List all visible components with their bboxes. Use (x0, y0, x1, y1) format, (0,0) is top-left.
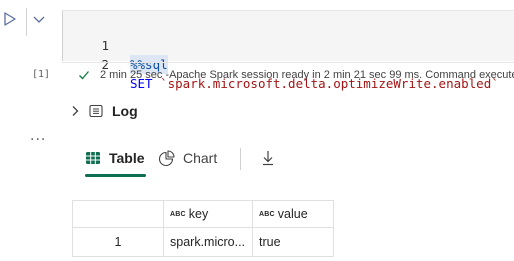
tab-table[interactable]: Table (85, 145, 145, 171)
run-cell-button[interactable] (2, 11, 18, 27)
column-name: key (188, 207, 209, 221)
column-header-value[interactable]: ABC value (252, 200, 334, 228)
log-label: Log (112, 103, 138, 119)
tab-table-label: Table (109, 150, 145, 166)
status-text: 2 min 25 sec -Apache Spark session ready… (100, 69, 514, 81)
column-header-key[interactable]: ABC key (163, 200, 253, 228)
pie-chart-icon (158, 149, 175, 166)
execution-count: [1] (32, 69, 51, 80)
column-name: value (277, 207, 308, 221)
code-line: 1 %%sql (63, 17, 514, 74)
string-type-badge: ABC (259, 211, 275, 218)
active-tab-indicator (85, 174, 146, 177)
toolbar-divider (240, 148, 241, 170)
tab-chart-label: Chart (183, 150, 218, 166)
download-icon (263, 151, 273, 166)
play-icon (4, 12, 16, 26)
row-index: 1 (72, 227, 164, 257)
chevron-down-icon (33, 16, 45, 23)
chevron-right-icon (72, 106, 79, 116)
table-header-row: ABC key ABC value (72, 200, 334, 228)
log-toggle[interactable]: Log (70, 101, 138, 121)
tab-chart[interactable]: Chart (158, 145, 217, 171)
more-options-button[interactable]: ... (30, 128, 46, 144)
cell-value[interactable]: true (252, 227, 334, 257)
execution-status: 2 min 25 sec -Apache Spark session ready… (62, 62, 514, 87)
download-button[interactable] (259, 149, 277, 167)
table-grid-icon (86, 152, 100, 164)
table-row: 1 spark.micro... true (72, 227, 334, 257)
code-editor[interactable]: 1 %%sql 2 SET `spark.microsoft.delta.opt… (62, 10, 514, 91)
results-table: ABC key ABC value 1 spark.micro... true (72, 200, 334, 257)
cell-key[interactable]: spark.micro... (163, 227, 253, 257)
gutter-divider (26, 8, 27, 36)
log-list-icon (89, 104, 103, 118)
checkmark-icon (79, 71, 89, 80)
index-header (72, 200, 164, 228)
code-line: 2 SET `spark.microsoft.delta.optimizeWri… (63, 36, 514, 91)
run-options-button[interactable] (31, 11, 47, 27)
string-type-badge: ABC (170, 211, 186, 218)
